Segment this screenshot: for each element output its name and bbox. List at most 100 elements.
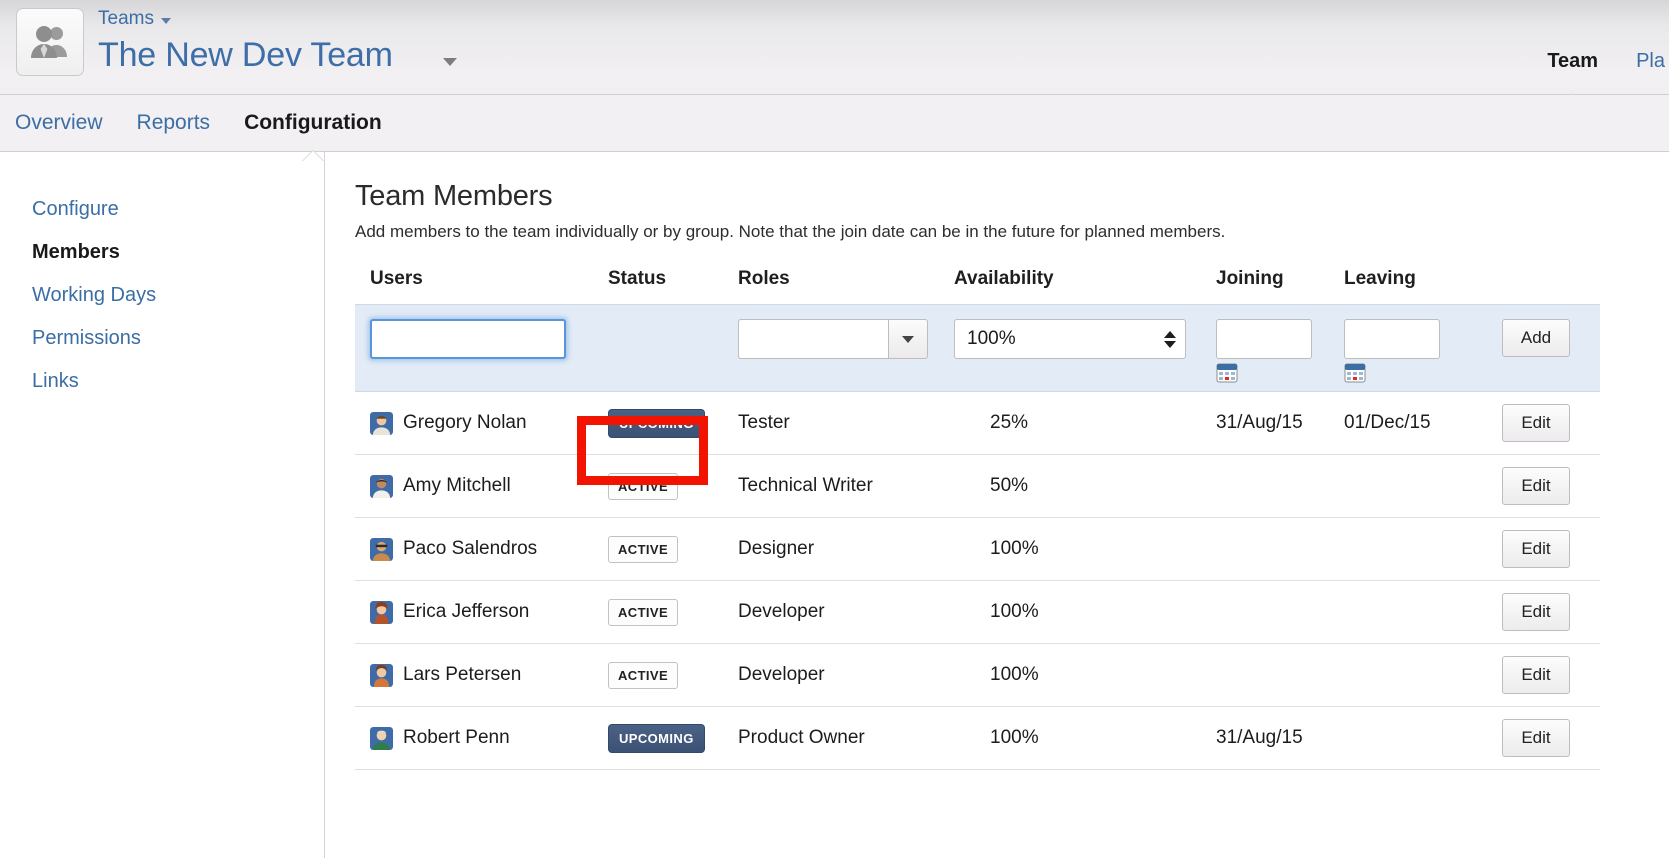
- breadcrumb-label[interactable]: Teams: [98, 8, 154, 30]
- member-role: Developer: [738, 601, 954, 623]
- sidebar-item-label: Permissions: [32, 327, 141, 349]
- sidebar-item-members[interactable]: Members: [0, 231, 324, 274]
- spinner-updown-icon[interactable]: [1164, 331, 1176, 348]
- member-availability: 50%: [954, 475, 1216, 497]
- top-nav-item-plans[interactable]: Pla: [1636, 50, 1665, 73]
- spinner-down-icon[interactable]: [1164, 341, 1176, 348]
- role-combobox[interactable]: [738, 319, 928, 359]
- column-header-joining: Joining: [1216, 268, 1344, 290]
- status-badge: UPCOMING: [608, 724, 705, 753]
- member-action-cell: Edit: [1502, 467, 1615, 505]
- edit-member-button[interactable]: Edit: [1502, 719, 1570, 757]
- top-navigation: Team Pla: [1547, 50, 1669, 73]
- member-action-cell: Edit: [1502, 656, 1615, 694]
- member-joining: 31/Aug/15: [1216, 727, 1344, 749]
- member-name-cell: Robert Penn: [370, 727, 608, 750]
- tab-label: Overview: [15, 111, 103, 134]
- section-tabbar: Overview Reports Configuration: [0, 95, 1669, 152]
- add-member-button[interactable]: Add: [1502, 319, 1570, 357]
- body: Configure Members Working Days Permissio…: [0, 152, 1669, 858]
- avatar-icon: [370, 601, 393, 624]
- spinner-up-icon[interactable]: [1164, 331, 1176, 338]
- status-cell: ACTIVE: [608, 473, 738, 500]
- status-cell: UPCOMING: [608, 724, 738, 753]
- member-name: Amy Mitchell: [403, 475, 511, 497]
- member-name: Erica Jefferson: [403, 601, 529, 623]
- member-role: Developer: [738, 664, 954, 686]
- member-leaving: 01/Dec/15: [1344, 412, 1502, 434]
- member-name-cell: Erica Jefferson: [370, 601, 608, 624]
- tab-reports[interactable]: Reports: [137, 111, 211, 135]
- edit-member-button[interactable]: Edit: [1502, 467, 1570, 505]
- main-content: Team Members Add members to the team ind…: [325, 152, 1669, 858]
- sidebar-item-working-days[interactable]: Working Days: [0, 274, 324, 317]
- page-header: Teams The New Dev Team Team Pla: [0, 0, 1669, 95]
- team-logo[interactable]: [16, 8, 84, 76]
- team-people-icon: [29, 25, 71, 59]
- sidebar-item-configure[interactable]: Configure: [0, 188, 324, 231]
- member-name: Lars Petersen: [403, 664, 521, 686]
- sidebar: Configure Members Working Days Permissio…: [0, 152, 325, 858]
- tab-label: Reports: [137, 111, 211, 134]
- avatar-icon: [370, 664, 393, 687]
- app-root: Teams The New Dev Team Team Pla Overview…: [0, 0, 1669, 859]
- breadcrumb[interactable]: Teams: [98, 8, 171, 30]
- avatar-icon: [370, 475, 393, 498]
- member-role: Designer: [738, 538, 954, 560]
- edit-member-button[interactable]: Edit: [1502, 404, 1570, 442]
- sidebar-item-label: Members: [32, 241, 120, 263]
- availability-stepper[interactable]: 100%: [954, 319, 1186, 359]
- member-availability: 100%: [954, 538, 1216, 560]
- add-member-row: 100%: [355, 304, 1600, 392]
- role-input[interactable]: [738, 319, 888, 359]
- role-dropdown-button[interactable]: [888, 319, 928, 359]
- edit-member-button[interactable]: Edit: [1502, 530, 1570, 568]
- calendar-icon[interactable]: [1216, 363, 1238, 383]
- tab-configuration[interactable]: Configuration: [244, 111, 382, 135]
- avatar-icon: [370, 538, 393, 561]
- members-table: Users Status Roles Availability Joining …: [355, 268, 1600, 770]
- sidebar-item-label: Links: [32, 370, 79, 392]
- member-action-cell: Edit: [1502, 404, 1615, 442]
- user-search-input[interactable]: [370, 319, 566, 359]
- sidebar-item-permissions[interactable]: Permissions: [0, 317, 324, 360]
- table-row: Amy Mitchell ACTIVE Technical Writer 50%…: [355, 455, 1600, 518]
- column-header-users: Users: [370, 268, 608, 290]
- member-role: Technical Writer: [738, 475, 954, 497]
- section-description: Add members to the team individually or …: [355, 222, 1669, 242]
- availability-value: 100%: [967, 328, 1016, 350]
- table-row: Gregory Nolan UPCOMING Tester 25% 31/Aug…: [355, 392, 1600, 455]
- member-availability: 100%: [954, 664, 1216, 686]
- member-availability: 100%: [954, 601, 1216, 623]
- top-nav-item-team[interactable]: Team: [1547, 50, 1598, 73]
- status-badge: ACTIVE: [608, 599, 678, 626]
- member-name: Robert Penn: [403, 727, 510, 749]
- sidebar-item-links[interactable]: Links: [0, 360, 324, 403]
- table-row: Robert Penn UPCOMING Product Owner 100% …: [355, 707, 1600, 770]
- status-badge-gregory-nolan: UPCOMING: [608, 409, 738, 438]
- top-nav-label: Pla: [1636, 50, 1665, 72]
- page-title: The New Dev Team: [98, 36, 393, 75]
- member-role: Product Owner: [738, 727, 954, 749]
- active-pointer-icon: [302, 151, 324, 162]
- member-action-cell: Edit: [1502, 593, 1615, 631]
- chevron-down-icon[interactable]: [443, 58, 457, 66]
- joining-date-input[interactable]: [1216, 319, 1312, 359]
- member-name-cell: Gregory Nolan: [370, 412, 608, 435]
- table-header-row: Users Status Roles Availability Joining …: [355, 268, 1600, 304]
- member-role: Tester: [738, 412, 954, 434]
- member-name: Gregory Nolan: [403, 412, 527, 434]
- add-leaving-cell: [1344, 319, 1502, 383]
- edit-member-button[interactable]: Edit: [1502, 593, 1570, 631]
- member-availability: 25%: [954, 412, 1216, 434]
- edit-member-button[interactable]: Edit: [1502, 656, 1570, 694]
- column-header-availability: Availability: [954, 268, 1216, 290]
- chevron-down-icon: [902, 336, 914, 343]
- status-cell: ACTIVE: [608, 662, 738, 689]
- chevron-down-icon[interactable]: [161, 18, 171, 24]
- tab-overview[interactable]: Overview: [15, 111, 103, 135]
- calendar-icon[interactable]: [1344, 363, 1366, 383]
- status-cell: ACTIVE: [608, 599, 738, 626]
- leaving-date-input[interactable]: [1344, 319, 1440, 359]
- member-joining: 31/Aug/15: [1216, 412, 1344, 434]
